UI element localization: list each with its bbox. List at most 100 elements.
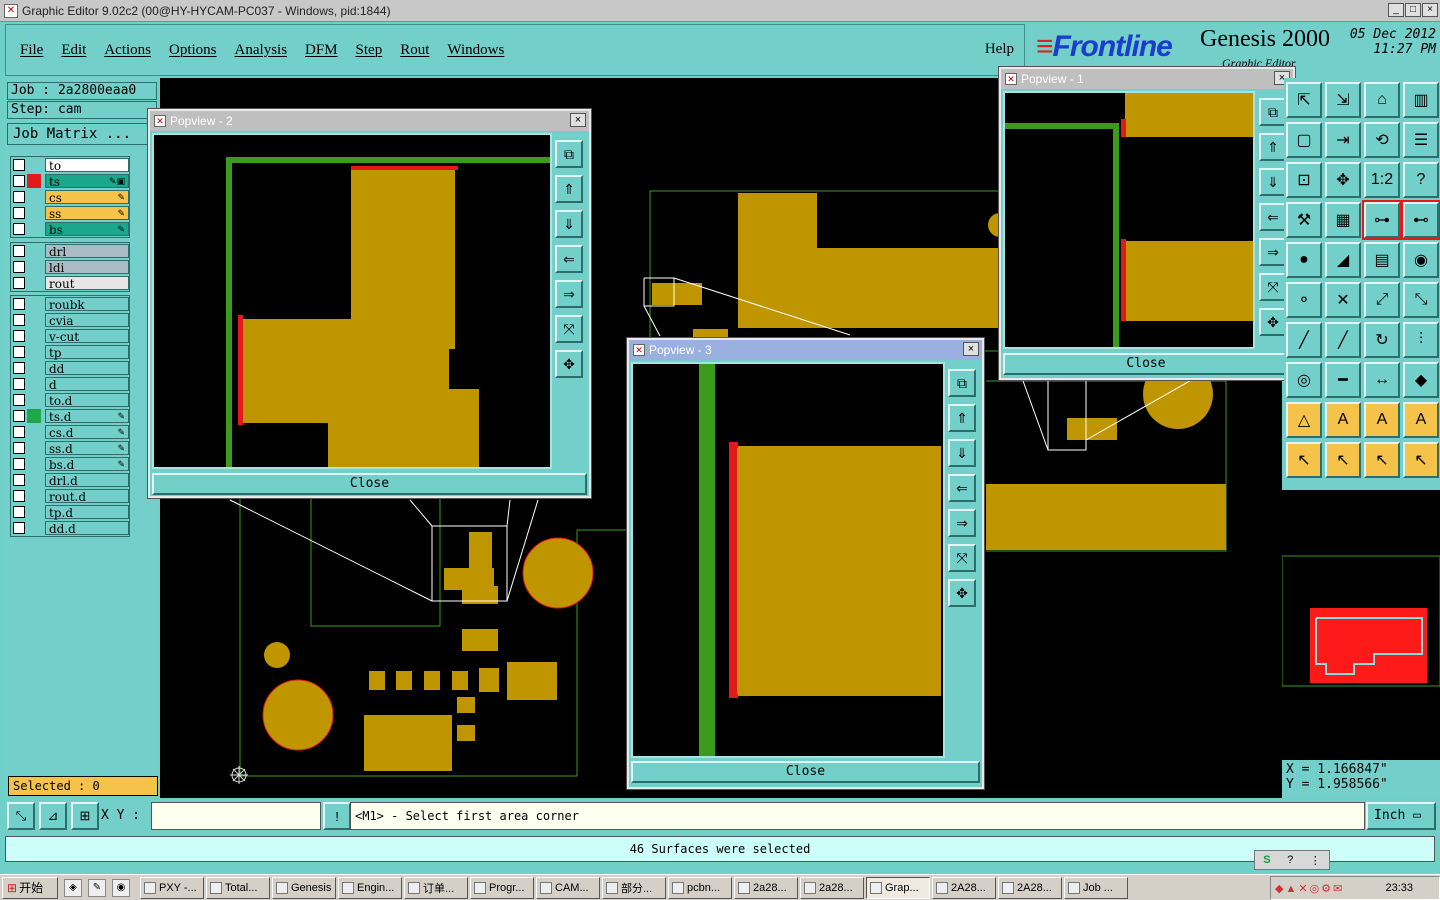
palette-dot-button[interactable]: ◉ [1403,242,1439,278]
popview-tool-button[interactable]: ✥ [555,350,583,378]
popview-tool-button[interactable]: ⇐ [555,245,583,273]
layer-color-swatch[interactable] [27,457,41,471]
palette-frame-button[interactable]: ▢ [1286,122,1322,158]
menu-options[interactable]: Options [169,42,217,59]
layer-name[interactable]: bs ✎ [45,222,129,237]
layer-color-swatch[interactable] [27,489,41,503]
layer-color-swatch[interactable] [27,158,41,172]
layer-checkbox[interactable] [13,378,25,390]
close-window-button[interactable]: × [1422,3,1438,17]
popview-tool-button[interactable]: ✥ [1259,308,1287,336]
layer-row[interactable]: d [11,376,129,392]
layer-color-swatch[interactable] [27,190,41,204]
scroll-icon[interactable]: ⋮ [1310,854,1321,867]
layer-color-swatch[interactable] [27,297,41,311]
minimize-button[interactable]: _ [1388,3,1404,17]
layer-name[interactable]: ss ✎ [45,206,129,221]
taskbar-item[interactable]: Progr... [470,876,534,899]
layer-row[interactable]: ts ✎▣ [11,173,129,189]
popview-2-titlebar[interactable]: ✕ Popview - 2 × [150,111,589,131]
layer-color-swatch[interactable] [27,505,41,519]
layer-name[interactable]: cs ✎ [45,190,129,205]
menu-actions[interactable]: Actions [104,42,151,59]
popview-tool-button[interactable]: ⧉ [555,140,583,168]
maximize-button[interactable]: □ [1405,3,1421,17]
browser-icon[interactable]: ◉ [112,878,130,897]
menu-analysis[interactable]: Analysis [235,42,288,59]
layer-name[interactable]: to [45,158,129,173]
palette-snap-button[interactable]: ⟲ [1364,122,1400,158]
menu-file[interactable]: File [20,42,43,59]
taskbar-item[interactable]: 部分... [602,876,666,899]
grid-mode-button[interactable]: ⊞ [71,802,99,830]
layer-color-swatch[interactable] [27,425,41,439]
layer-color-swatch[interactable] [27,244,41,258]
palette-net-alt-button[interactable]: ⊷ [1401,200,1440,240]
layer-row[interactable]: ldi [11,259,129,275]
layer-checkbox[interactable] [13,346,25,358]
layer-color-swatch[interactable] [27,329,41,343]
input-method-widget[interactable]: S ? ⋮ [1254,850,1330,870]
layer-checkbox[interactable] [13,522,25,534]
layer-name[interactable]: ldi [45,260,129,275]
layer-name[interactable]: ts ✎▣ [45,174,129,189]
palette-text-button[interactable]: Α [1325,402,1361,438]
units-selector[interactable]: Inch ▭ [1366,802,1436,830]
popview-3-close-icon[interactable]: × [963,342,979,356]
taskbar-item[interactable]: Grap... [866,876,930,899]
layer-row[interactable]: ss ✎ [11,205,129,221]
menu-windows[interactable]: Windows [447,42,504,59]
layer-row[interactable]: rout [11,275,129,291]
layer-name[interactable]: rout.d [45,489,129,504]
palette-feature-button[interactable]: ⫶ [1403,322,1439,358]
palette-net-button[interactable]: ⊶ [1362,200,1402,240]
palette-export-button[interactable]: ⇲ [1325,82,1361,118]
popview-tool-button[interactable]: ⇓ [948,439,976,467]
layer-color-swatch[interactable] [27,393,41,407]
xy-input[interactable] [151,802,321,830]
taskbar-item[interactable]: Engin... [338,876,402,899]
layer-color-swatch[interactable] [27,222,41,236]
layer-name[interactable]: drl [45,244,129,259]
shield-icon[interactable]: ◈ [64,878,82,897]
layer-row[interactable]: tp [11,344,129,360]
palette-select-net-button[interactable]: ↖ [1364,442,1400,478]
layer-row[interactable]: bs ✎ [11,221,129,237]
palette-link-button[interactable]: ⤢ [1364,282,1400,318]
popview-tool-button[interactable]: ⧉ [1259,98,1287,126]
layer-checkbox[interactable] [13,458,25,470]
palette-line-button[interactable]: ━ [1325,362,1361,398]
layer-name[interactable]: to.d [45,393,129,408]
layer-name[interactable]: drl.d [45,473,129,488]
layer-color-swatch[interactable] [27,313,41,327]
palette-via-button[interactable]: ◎ [1286,362,1322,398]
layer-checkbox[interactable] [13,442,25,454]
popview-tool-button[interactable]: ⇑ [1259,133,1287,161]
popview-1-titlebar[interactable]: ✕ Popview - 1 × [1001,69,1293,89]
layer-color-swatch[interactable] [27,361,41,375]
palette-text-fill-button[interactable]: Α [1364,402,1400,438]
popview-tool-button[interactable]: ⇓ [555,210,583,238]
start-button[interactable]: ⊞ 开始 [2,876,58,899]
layer-row[interactable]: dd.d [11,520,129,536]
palette-cross-button[interactable]: ✕ [1325,282,1361,318]
overview-map[interactable] [1281,490,1440,760]
layer-checkbox[interactable] [13,362,25,374]
taskbar-item[interactable]: 2a28... [800,876,864,899]
palette-pan-button[interactable]: ✥ [1325,162,1361,198]
layer-row[interactable]: cs ✎ [11,189,129,205]
ime-icon[interactable]: S [1263,854,1270,866]
popview-tool-button[interactable]: ⇑ [948,404,976,432]
layer-color-swatch[interactable] [27,260,41,274]
palette-triangle-button[interactable]: △ [1286,402,1322,438]
layer-checkbox[interactable] [13,277,25,289]
layer-checkbox[interactable] [13,261,25,273]
palette-tools-button[interactable]: ⚒ [1286,202,1322,238]
taskbar-item[interactable]: Total... [206,876,270,899]
layer-color-swatch[interactable] [27,345,41,359]
taskbar-item[interactable]: 订单... [404,876,468,899]
layer-row[interactable]: tp.d [11,504,129,520]
popview-tool-button[interactable]: ⇓ [1259,168,1287,196]
layer-row[interactable]: dd [11,360,129,376]
popview-2-close-button[interactable]: Close [152,473,587,495]
